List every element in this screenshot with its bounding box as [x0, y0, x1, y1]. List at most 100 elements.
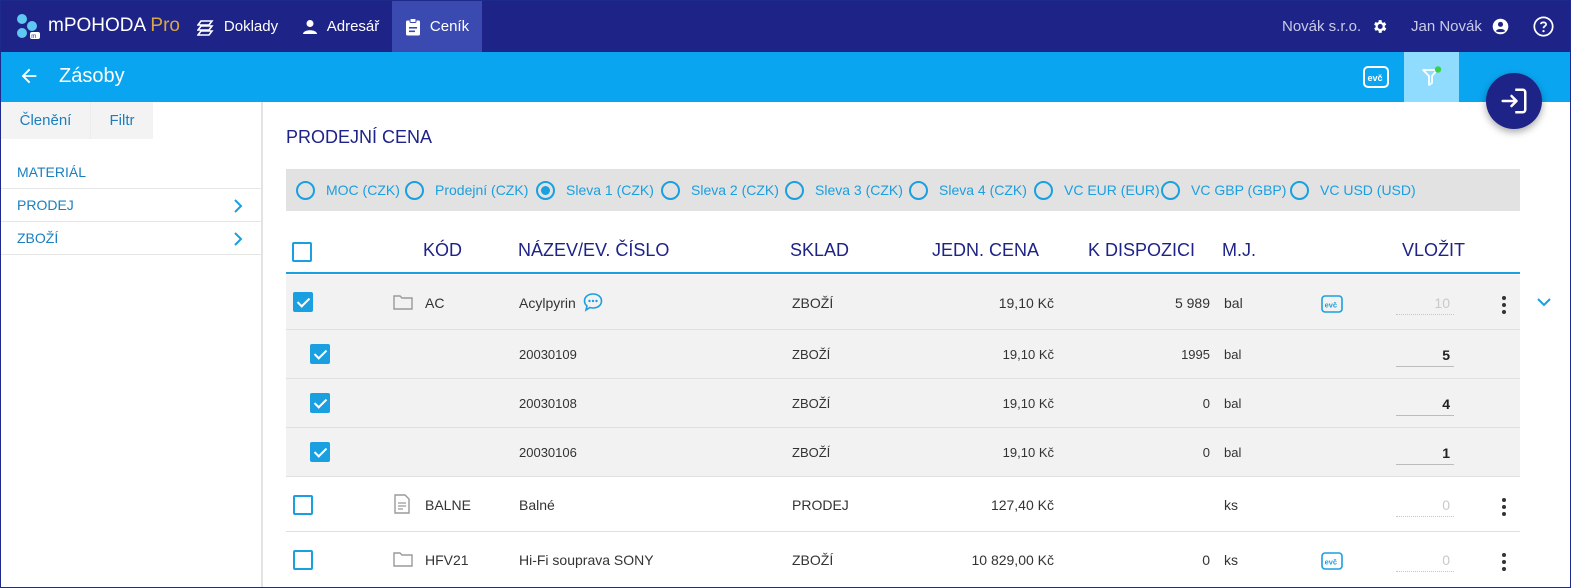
- row-cena: 127,40 Kč: [990, 497, 1054, 513]
- user-menu[interactable]: Jan Novák: [1411, 1, 1509, 52]
- category-list: MATERIÁL PRODEJ ZBOŽÍ: [1, 156, 261, 255]
- column-kod[interactable]: KÓD: [423, 240, 462, 261]
- row-dispozice: 5 989: [1174, 295, 1210, 311]
- evc-icon[interactable]: evč: [1321, 552, 1343, 570]
- table-row[interactable]: 20030109 ZBOŽÍ 19,10 Kč 1995 bal 5: [286, 330, 1520, 379]
- chevron-right-icon: [234, 199, 243, 213]
- insert-into-document-button[interactable]: [1486, 73, 1542, 129]
- radio-vc-gbp[interactable]: VC GBP (GBP): [1161, 180, 1286, 200]
- radio-sleva-1[interactable]: Sleva 1 (CZK): [536, 180, 654, 200]
- sidebar-item-prodej[interactable]: PRODEJ: [1, 189, 261, 222]
- layers-icon: [196, 19, 214, 36]
- row-sklad: ZBOŽÍ: [792, 295, 834, 311]
- evc-icon[interactable]: evč: [1321, 295, 1343, 313]
- quantity-input[interactable]: 1: [1396, 445, 1454, 465]
- column-sklad[interactable]: SKLAD: [790, 240, 849, 261]
- row-nazev: Balné: [519, 497, 555, 513]
- radio-vc-usd[interactable]: VC USD (USD): [1290, 180, 1416, 200]
- row-kod: AC: [425, 295, 445, 311]
- nav-cenik[interactable]: Ceník: [392, 1, 482, 52]
- row-kod: HFV21: [425, 552, 469, 568]
- table-row[interactable]: HFV21 Hi-Fi souprava SONY ZBOŽÍ 10 829,0…: [286, 532, 1520, 587]
- svg-text:evč: evč: [1368, 73, 1383, 83]
- row-evidencni-cislo: 20030106: [519, 445, 577, 460]
- row-cena: 19,10 Kč: [998, 295, 1054, 311]
- row-checkbox[interactable]: [310, 393, 330, 413]
- column-mj[interactable]: M.J.: [1222, 240, 1256, 261]
- radio-sleva-2[interactable]: Sleva 2 (CZK): [661, 180, 779, 200]
- row-cena: 19,10 Kč: [1002, 445, 1054, 460]
- evc-icon[interactable]: evč: [1363, 66, 1389, 88]
- table-row[interactable]: 20030108 ZBOŽÍ 19,10 Kč 0 bal 4: [286, 379, 1520, 428]
- quantity-input[interactable]: 0: [1396, 552, 1454, 572]
- app-window: m mPOHODA Pro Doklady Adresář Ceník Nová…: [0, 0, 1571, 588]
- back-arrow-icon[interactable]: [18, 65, 40, 87]
- radio-prodejni[interactable]: Prodejní (CZK): [405, 180, 528, 200]
- table-header: KÓD NÁZEV/EV. ČÍSLO SKLAD JEDN. CENA K D…: [286, 230, 1520, 274]
- filter-button[interactable]: [1404, 52, 1459, 102]
- row-mj: ks: [1224, 497, 1238, 513]
- account-circle-icon[interactable]: [1492, 18, 1509, 35]
- table-row[interactable]: 20030106 ZBOŽÍ 19,10 Kč 0 bal 1: [286, 428, 1520, 477]
- mpohoda-logo-icon: m: [17, 14, 40, 39]
- brand-name[interactable]: mPOHODA Pro: [48, 15, 180, 37]
- row-nazev: Acylpyrin: [519, 295, 576, 311]
- radio-vc-eur[interactable]: VC EUR (EUR): [1034, 180, 1160, 200]
- gear-icon[interactable]: [1371, 18, 1388, 35]
- more-vert-icon[interactable]: [1501, 498, 1507, 519]
- row-sklad: PRODEJ: [792, 497, 849, 513]
- row-checkbox[interactable]: [293, 292, 313, 312]
- nav-doklady[interactable]: Doklady: [186, 1, 289, 52]
- quantity-input[interactable]: 4: [1396, 396, 1454, 416]
- row-cena: 19,10 Kč: [1002, 396, 1054, 411]
- row-evidencni-cislo: 20030109: [519, 347, 577, 362]
- row-mj: bal: [1224, 347, 1242, 362]
- select-all-checkbox[interactable]: [292, 242, 312, 262]
- person-icon: [302, 19, 317, 34]
- row-sklad: ZBOŽÍ: [792, 445, 831, 460]
- column-vlozit[interactable]: VLOŽIT: [1402, 240, 1465, 261]
- table-row[interactable]: BALNE Balné PRODEJ 127,40 Kč ks 0: [286, 477, 1520, 532]
- radio-sleva-3[interactable]: Sleva 3 (CZK): [785, 180, 903, 200]
- chevron-down-icon[interactable]: [1537, 297, 1551, 307]
- column-jedn-cena[interactable]: JEDN. CENA: [932, 240, 1039, 261]
- row-checkbox[interactable]: [310, 442, 330, 462]
- sidebar-item-zbozi[interactable]: ZBOŽÍ: [1, 222, 261, 255]
- chevron-right-icon: [234, 232, 243, 246]
- row-checkbox[interactable]: [293, 550, 313, 570]
- tab-filtr[interactable]: Filtr: [91, 102, 153, 139]
- row-checkbox[interactable]: [310, 344, 330, 364]
- folder-icon: [393, 295, 413, 310]
- folder-icon: [393, 552, 413, 567]
- row-checkbox[interactable]: [293, 495, 313, 515]
- quantity-input[interactable]: 0: [1396, 497, 1454, 517]
- row-dispozice: 0: [1202, 396, 1210, 411]
- brand-edition: Pro: [150, 15, 180, 36]
- comment-icon[interactable]: [583, 292, 603, 312]
- clipboard-icon: [405, 17, 420, 35]
- svg-text:evč: evč: [1325, 301, 1338, 310]
- row-nazev: Hi-Fi souprava SONY: [519, 552, 654, 568]
- row-mj: ks: [1224, 552, 1238, 568]
- company-selector[interactable]: Novák s.r.o.: [1282, 1, 1388, 52]
- tab-cleneni[interactable]: Členění: [1, 102, 90, 139]
- nav-adresar[interactable]: Adresář: [289, 1, 392, 52]
- more-vert-icon[interactable]: [1501, 553, 1507, 574]
- row-mj: bal: [1224, 295, 1243, 311]
- filter-icon: [1421, 66, 1441, 86]
- radio-sleva-4[interactable]: Sleva 4 (CZK): [909, 180, 1027, 200]
- radio-moc[interactable]: MOC (CZK): [296, 180, 400, 200]
- table-row[interactable]: AC Acylpyrin ZBOŽÍ 19,10 Kč 5 989 bal ev…: [286, 275, 1520, 330]
- more-vert-icon[interactable]: [1501, 296, 1507, 317]
- quantity-input[interactable]: 10: [1396, 295, 1454, 315]
- quantity-input[interactable]: 5: [1396, 347, 1454, 367]
- row-sklad: ZBOŽÍ: [792, 396, 831, 411]
- column-nazev[interactable]: NÁZEV/EV. ČÍSLO: [518, 240, 669, 261]
- row-dispozice: 0: [1202, 552, 1210, 568]
- top-navbar: m mPOHODA Pro Doklady Adresář Ceník Nová…: [1, 1, 1570, 52]
- row-mj: bal: [1224, 445, 1242, 460]
- column-k-dispozici[interactable]: K DISPOZICI: [1088, 240, 1195, 261]
- sidebar-item-material[interactable]: MATERIÁL: [1, 156, 261, 189]
- help-icon[interactable]: [1533, 16, 1554, 37]
- row-dispozice: 1995: [1181, 347, 1210, 362]
